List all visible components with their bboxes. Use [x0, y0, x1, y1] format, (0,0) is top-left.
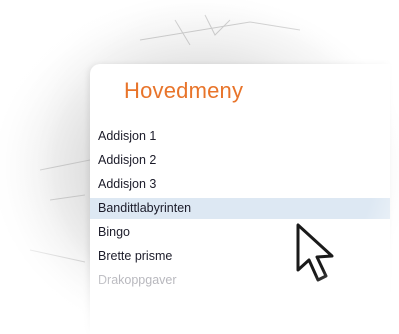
menu-item[interactable]: Addisjon 1 — [90, 126, 390, 147]
menu-item[interactable]: Addisjon 2 — [90, 150, 390, 171]
bottom-fade — [90, 300, 390, 334]
menu-item-selected[interactable]: Bandittlabyrinten — [90, 198, 390, 219]
menu-item[interactable]: Addisjon 3 — [90, 174, 390, 195]
menu-title: Hovedmeny — [124, 78, 244, 103]
arrow-cursor-icon — [296, 223, 334, 282]
